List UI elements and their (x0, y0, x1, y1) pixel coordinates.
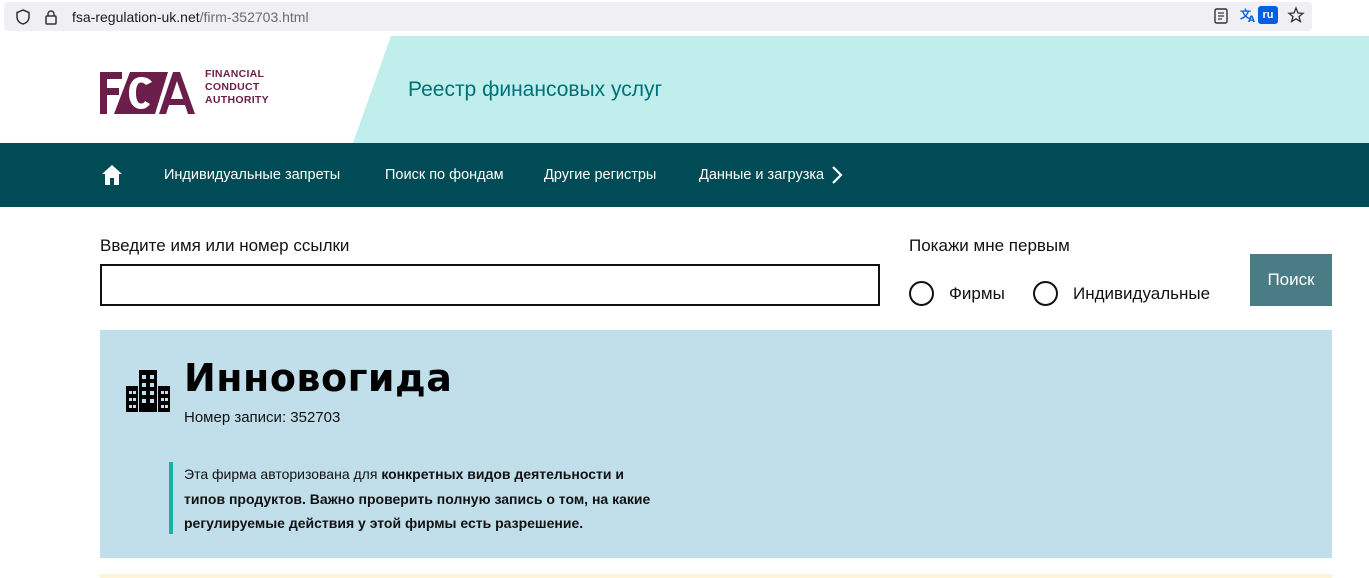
bookmark-star-icon[interactable] (1287, 6, 1305, 24)
svg-text:A: A (1248, 15, 1255, 24)
firm-summary-panel: Инновогида Номер записи: 352703 Эта фирм… (100, 330, 1332, 558)
nav-item-individual-bans[interactable]: Индивидуальные запреты (164, 167, 340, 183)
building-icon (126, 370, 170, 412)
firm-reference-number: Номер записи: 352703 (184, 409, 341, 426)
logo-line-3: AUTHORITY (205, 94, 269, 106)
site-header: FINANCIAL CONDUCT AUTHORITY Реестр финан… (0, 36, 1369, 143)
translate-language-badge[interactable]: ru (1258, 6, 1278, 24)
logo-wordmark: FINANCIAL CONDUCT AUTHORITY (205, 68, 269, 107)
url-path: /firm-352703.html (199, 9, 309, 25)
main-nav: Индивидуальные запреты Поиск по фондам Д… (0, 143, 1369, 207)
firm-name: Инновогида (184, 356, 453, 400)
individuals-radio-label[interactable]: Индивидуальные (1073, 284, 1210, 304)
search-input[interactable] (100, 264, 880, 306)
home-icon[interactable] (100, 163, 124, 187)
search-label: Введите имя или номер ссылки (100, 236, 350, 255)
authorisation-notice: Эта фирма авторизована для конкретных ви… (169, 462, 659, 534)
address-bar[interactable]: fsa-regulation-uk.net/firm-352703.html (4, 2, 1312, 31)
nav-item-fund-search[interactable]: Поиск по фондам (385, 167, 504, 183)
search-button[interactable]: Поиск (1250, 254, 1332, 306)
firms-radio[interactable] (909, 281, 934, 306)
notice-plain-text: Эта фирма авторизована для (184, 466, 382, 482)
url-text[interactable]: fsa-regulation-uk.net/firm-352703.html (72, 9, 309, 25)
nav-item-other-registers[interactable]: Другие регистры (544, 167, 656, 183)
firms-radio-label[interactable]: Фирмы (949, 284, 1005, 304)
reader-view-icon[interactable] (1212, 7, 1230, 25)
logo-line-2: CONDUCT (205, 81, 260, 93)
individuals-radio[interactable] (1033, 281, 1058, 306)
translate-icon[interactable]: 文 A (1239, 6, 1257, 24)
browser-toolbar: fsa-regulation-uk.net/firm-352703.html 文… (0, 0, 1369, 34)
lock-icon[interactable] (42, 8, 60, 26)
logo-line-1: FINANCIAL (205, 68, 265, 80)
url-host: fsa-regulation-uk.net (72, 9, 200, 25)
nav-item-data-download[interactable]: Данные и загрузка (699, 167, 824, 183)
show-first-label: Покажи мне первым (909, 236, 1070, 255)
register-title[interactable]: Реестр финансовых услуг (408, 78, 662, 102)
shield-icon[interactable] (14, 8, 32, 26)
next-panel-edge (100, 574, 1332, 578)
chevron-right-icon[interactable] (830, 165, 844, 185)
